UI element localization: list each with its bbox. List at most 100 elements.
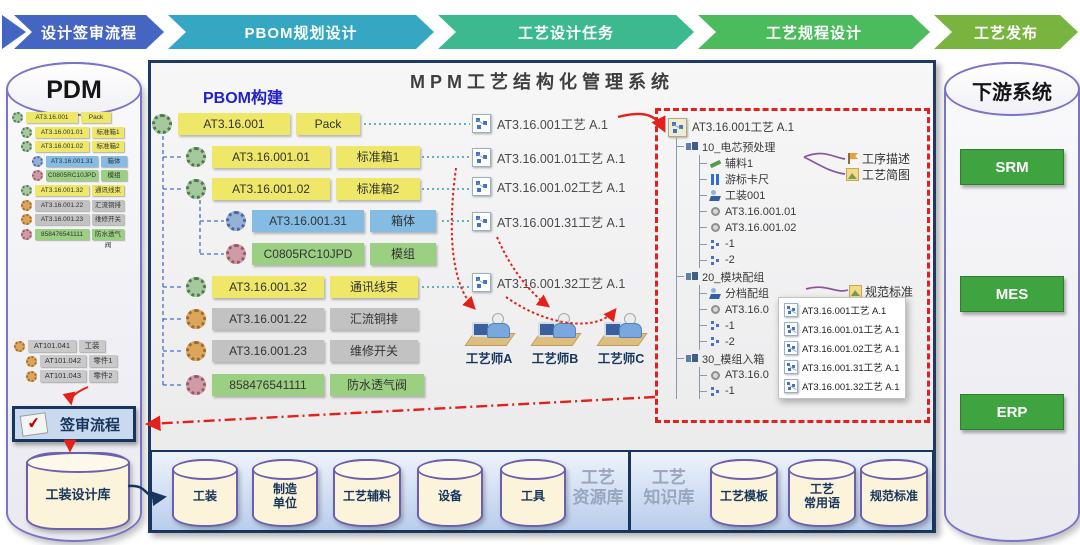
process-doc-label: AT3.16.001.01工艺 A.1 <box>497 148 625 167</box>
part-code: AT3.16.001.01 <box>35 127 89 138</box>
part-name: 标准箱2 <box>92 141 124 152</box>
sub-icon <box>709 319 722 332</box>
banner-stage-pbom-plan: PBOM规划设计 <box>168 15 434 49</box>
op-sketch-annotation[interactable]: 工艺简图 <box>846 166 910 183</box>
tree-item[interactable]: -1 <box>700 236 918 252</box>
part-name: 通讯线束 <box>92 185 124 196</box>
gear-icon <box>186 309 206 329</box>
process-doc-icon <box>472 148 491 167</box>
process-doc-icon <box>472 114 491 133</box>
pbom-tree-row[interactable]: AT3.16.001.32通讯线束 <box>186 276 418 298</box>
erp-button[interactable]: ERP <box>960 394 1064 430</box>
item-label: AT3.16.001.01 <box>725 206 796 218</box>
part-name: 防水透气阀 <box>92 229 124 240</box>
pbom-tree-row[interactable]: C0805RC10JPD模组 <box>226 243 436 265</box>
db-label: 工艺 常用语 <box>790 461 854 525</box>
pbom-build-label: PBOM构建 <box>178 84 308 108</box>
knowledge-section-label: 工艺 知识库 <box>638 468 700 509</box>
tree-row[interactable]: 858476541111防水透气阀 <box>21 229 138 240</box>
tree-row[interactable]: AT3.16.001.32通讯线束 <box>21 185 138 196</box>
tree-item[interactable]: -2 <box>700 252 918 268</box>
pdm-title: PDM <box>8 76 140 105</box>
part-code: AT3.16.001.22 <box>35 200 89 211</box>
pbom-tree-row[interactable]: AT3.16.001Pack <box>152 113 360 135</box>
tree-row[interactable]: AT101.042零件1 <box>26 355 138 367</box>
engineer-at-computer-icon <box>463 312 515 346</box>
part-code: AT3.16.001.32 <box>35 185 89 196</box>
item-label: AT3.16.001.02 <box>725 222 796 234</box>
tree-row[interactable]: AT3.16.001Pack <box>12 112 138 123</box>
annotation-label: 工序描述 <box>862 150 910 167</box>
gear-icon <box>152 114 172 134</box>
srm-button[interactable]: SRM <box>960 149 1064 185</box>
part-code: AT3.16.001.01 <box>212 146 330 168</box>
routing-root[interactable]: AT3.16.001工艺 A.1 <box>668 116 918 138</box>
tree-row[interactable]: AT3.16.001.31箱体 <box>32 156 138 167</box>
tree-row[interactable]: AT3.16.001.02标准箱2 <box>21 141 138 152</box>
sub-icon <box>709 335 722 348</box>
part-icon <box>709 369 722 382</box>
tree-item[interactable]: AT3.16.001.02 <box>700 220 918 236</box>
tree-row[interactable]: AT3.16.001.23维修开关 <box>21 214 138 225</box>
tree-row[interactable]: C0805RC10JPD模组 <box>32 170 138 181</box>
pbom-tree-row[interactable]: AT3.16.001.22汇流铜排 <box>186 308 418 330</box>
part-name: 汇流铜排 <box>330 308 418 330</box>
db-label: 工具 <box>502 461 564 525</box>
op-description-annotation[interactable]: 工序描述 <box>846 150 910 167</box>
process-doc-icon <box>784 303 798 317</box>
part-code: AT3.16.001.32 <box>212 276 324 298</box>
flag-icon <box>846 152 859 165</box>
gear-icon <box>21 229 32 240</box>
part-name: 工装 <box>79 340 105 352</box>
sign-flow-button[interactable]: ✔ 签审流程 <box>12 406 136 442</box>
part-code: AT3.16.001.23 <box>35 214 89 225</box>
process-doc-label: AT3.16.001.31工艺 A.1 <box>497 212 625 231</box>
engineer-at-computer-icon <box>529 312 581 346</box>
tooling-db: 工装 <box>172 459 238 527</box>
engineer-at-computer-icon <box>595 312 647 346</box>
caliper-icon <box>709 173 722 186</box>
tree-row[interactable]: AT3.16.001.01标准箱1 <box>21 127 138 138</box>
resource-section-label: 工艺 资源库 <box>568 468 628 509</box>
process-doc[interactable]: AT3.16.001.32工艺 A.1 <box>472 273 625 292</box>
process-doc[interactable]: AT3.16.001.01工艺 A.1 <box>472 148 625 167</box>
mes-button[interactable]: MES <box>960 276 1064 312</box>
pbom-tree-row[interactable]: AT3.16.001.31箱体 <box>226 210 436 232</box>
standard-db: 规范标准 <box>860 459 928 527</box>
tree-row[interactable]: AT101.041工装 <box>14 340 138 352</box>
part-icon <box>709 303 722 316</box>
part-name: 零件1 <box>89 355 117 367</box>
process-doc[interactable]: AT3.16.001.31工艺 A.1 <box>472 212 625 231</box>
part-code: AT3.16.001 <box>26 112 78 123</box>
popup-item[interactable]: AT3.16.001.02工艺 A.1 <box>784 341 900 355</box>
mfg-unit-db: 制造 单位 <box>252 459 318 527</box>
part-name: 模组 <box>370 243 436 265</box>
process-doc[interactable]: AT3.16.001工艺 A.1 <box>472 114 608 133</box>
part-icon <box>709 205 722 218</box>
part-code: AT101.041 <box>28 340 76 352</box>
banner-stage-process-task: 工艺设计任务 <box>438 15 694 49</box>
gear-icon <box>12 112 23 123</box>
tree-item[interactable]: 工装001 <box>700 187 918 203</box>
popup-item[interactable]: AT3.16.001.32工艺 A.1 <box>784 379 900 393</box>
process-doc-label: AT3.16.001工艺 A.1 <box>497 114 608 133</box>
gear-icon <box>26 371 37 382</box>
part-code: AT3.16.001.23 <box>212 340 324 362</box>
part-code: 858476541111 <box>35 229 89 240</box>
gear-icon <box>226 244 246 264</box>
pbom-tree-row[interactable]: AT3.16.001.23维修开关 <box>186 340 418 362</box>
popup-item[interactable]: AT3.16.001工艺 A.1 <box>784 303 900 317</box>
tree-row[interactable]: AT101.043零件2 <box>26 370 138 382</box>
tree-item[interactable]: AT3.16.001.01 <box>700 204 918 220</box>
popup-item[interactable]: AT3.16.001.01工艺 A.1 <box>784 322 900 336</box>
popup-item[interactable]: AT3.16.001.31工艺 A.1 <box>784 360 900 374</box>
tool-icon <box>709 287 722 300</box>
gear-icon <box>186 341 206 361</box>
pbom-tree-row[interactable]: 858476541111防水透气阀 <box>186 374 424 396</box>
routing-doc-icon <box>668 118 687 137</box>
process-doc[interactable]: AT3.16.001.02工艺 A.1 <box>472 177 625 196</box>
pbom-tree-row[interactable]: AT3.16.001.01标准箱1 <box>186 146 420 168</box>
gear-icon <box>186 179 206 199</box>
pbom-tree-row[interactable]: AT3.16.001.02标准箱2 <box>186 178 420 200</box>
tree-row[interactable]: AT3.16.001.22汇流铜排 <box>21 200 138 211</box>
